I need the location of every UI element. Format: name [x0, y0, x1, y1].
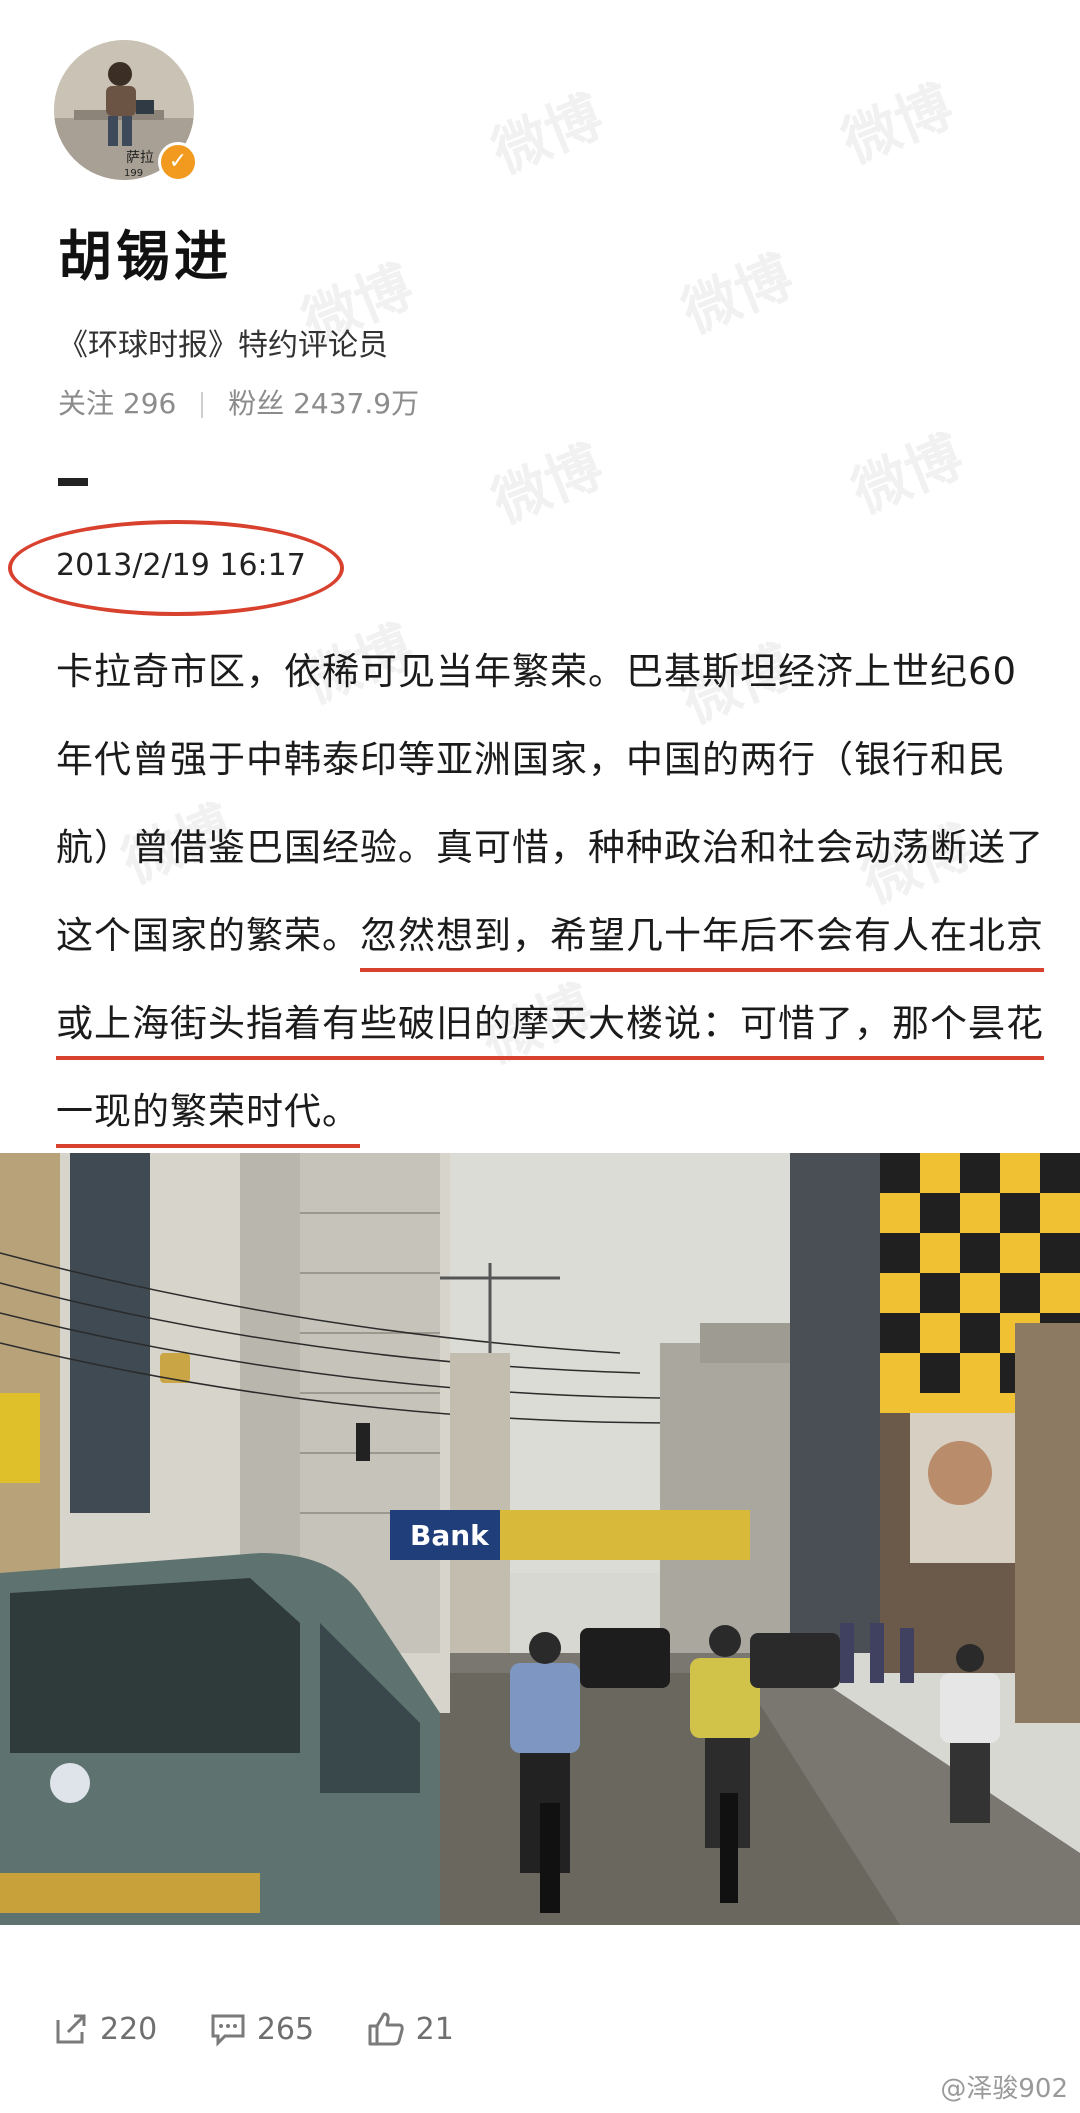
weibo-watermark: 微博: [843, 424, 972, 527]
watermark-credit: @泽骏902: [940, 2074, 1068, 2104]
stats-divider: [201, 392, 204, 418]
repost-button[interactable]: 220: [52, 2010, 157, 2048]
annotation-circle: [8, 520, 344, 616]
profile-bio: 《环球时报》特约评论员: [58, 328, 388, 363]
followers-label[interactable]: 粉丝: [228, 387, 284, 420]
verified-badge-icon: ✓: [158, 142, 198, 182]
repost-icon: [56, 2014, 86, 2044]
post-text-plain: 卡拉奇市区，依稀可见当年繁荣。巴基斯坦经济上世纪60年代曾强于中韩泰印等亚洲国家…: [56, 650, 1044, 957]
section-divider: [58, 478, 88, 486]
post-text: 卡拉奇市区，依稀可见当年繁荣。巴基斯坦经济上世纪60年代曾强于中韩泰印等亚洲国家…: [56, 628, 1046, 1156]
comment-button[interactable]: 265: [209, 2010, 314, 2048]
following-count[interactable]: 296: [123, 387, 176, 420]
profile-name[interactable]: 胡锡进: [58, 212, 232, 291]
karachi-street-photo: Bank: [0, 1153, 1080, 1925]
like-button[interactable]: 21: [366, 2010, 454, 2048]
action-bar: 220 265 21: [52, 2010, 496, 2056]
weibo-watermark: 微博: [483, 434, 612, 537]
avatar-year: 199: [124, 168, 143, 179]
profile-stats: 关注 296 粉丝 2437.9万: [58, 382, 419, 422]
weibo-watermark: 微博: [483, 84, 612, 187]
weibo-watermark: 微博: [673, 244, 802, 347]
weibo-watermark: 微博: [833, 74, 962, 177]
banner-text: Bank: [410, 1519, 490, 1552]
post-photo[interactable]: Bank: [0, 1153, 1080, 1925]
repost-count: 220: [100, 2011, 158, 2047]
avatar-caption: 萨拉: [126, 150, 154, 166]
comment-count: 265: [256, 2011, 315, 2047]
following-label[interactable]: 关注: [58, 387, 114, 420]
comment-icon: [211, 2014, 245, 2047]
thumbs-up-icon: [368, 2012, 404, 2046]
like-count: 21: [415, 2011, 454, 2047]
followers-count[interactable]: 2437.9万: [293, 387, 419, 420]
